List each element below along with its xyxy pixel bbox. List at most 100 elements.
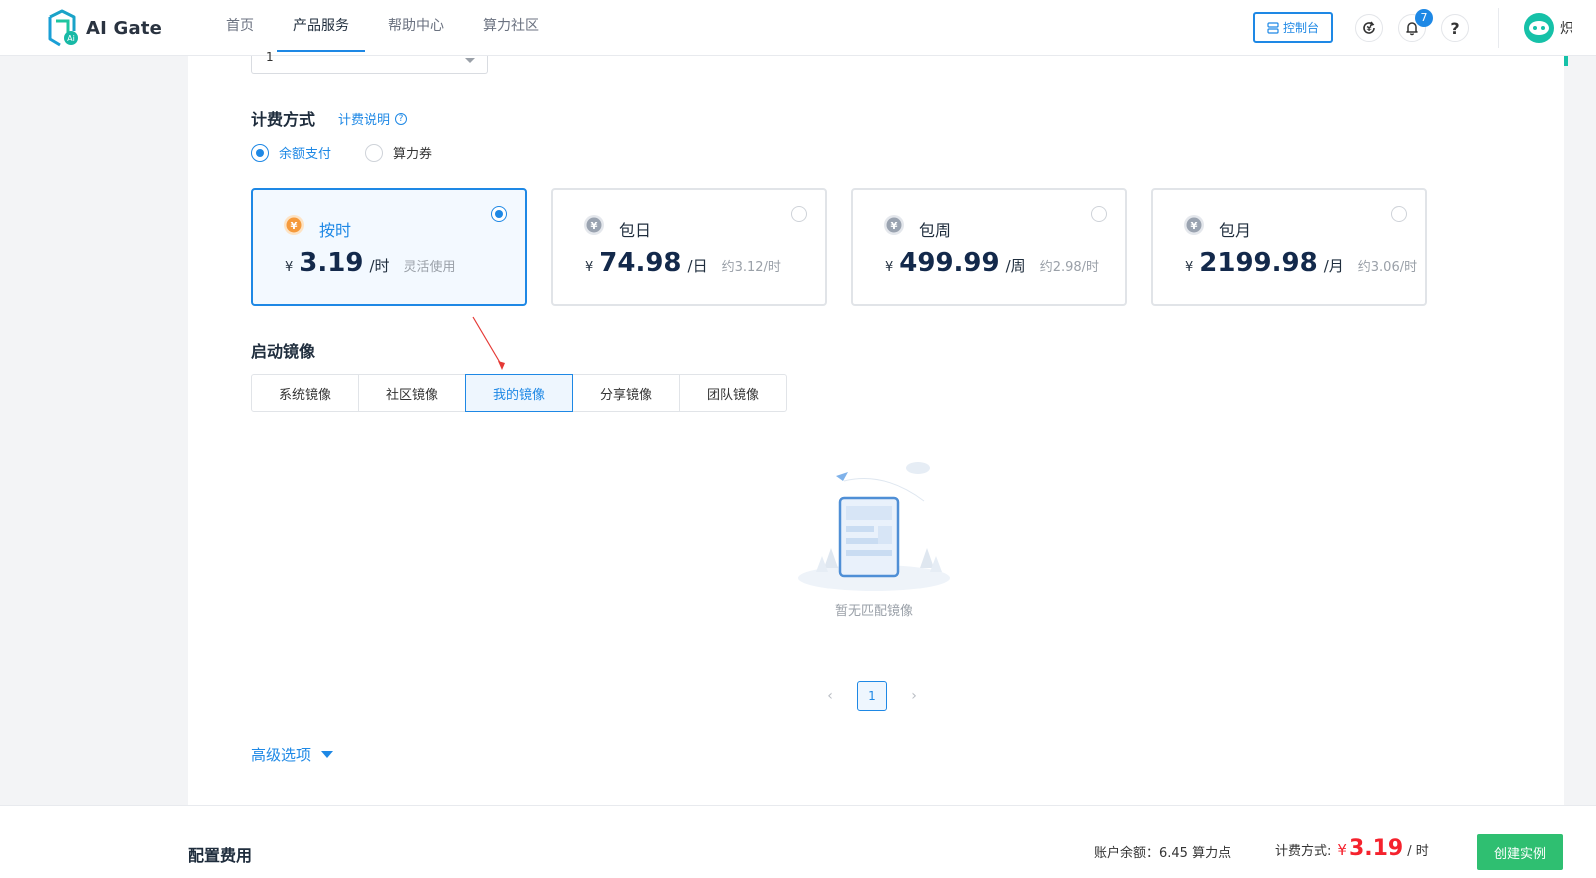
advanced-options-toggle[interactable]: 高级选项 [251,744,334,765]
chevron-down-icon [465,58,475,63]
help-icon: ? [1450,18,1460,38]
top-header: Ai AI Gate 首页 产品服务 帮助中心 算力社区 控制台 ¥ 7 ? 炽 [0,0,1596,56]
header-divider [1498,8,1499,48]
refresh-button[interactable]: ¥ [1355,14,1383,42]
main-nav: 首页 产品服务 帮助中心 算力社区 [210,0,562,56]
svg-text:Ai: Ai [67,34,75,43]
plan-card-weekly[interactable]: ¥ 包周 ¥ 499.99 /周 约2.98/时 [851,188,1127,306]
svg-text:¥: ¥ [891,221,898,232]
plan-radio[interactable] [791,206,807,222]
plan-name: 按时 [319,221,352,240]
radio-dot-icon [365,143,384,162]
billing-summary-amount: 3.19 [1348,836,1404,861]
plan-name: 包月 [1219,221,1252,240]
plan-card-hourly[interactable]: ¥ 按时 ¥ 3.19 /时 灵活使用 [251,188,527,306]
plan-amount: 3.19 [299,248,364,278]
user-avatar-icon [1529,21,1549,35]
plan-unit: /周 [1005,257,1026,275]
billing-summary: 计费方式: ¥ 3.19 / 时 [1275,836,1429,861]
plan-name: 包日 [619,221,652,240]
plan-price: ¥ 2199.98 /月 约3.06/时 [1185,248,1417,278]
plan-unit: /日 [687,257,708,275]
page-number[interactable]: 1 [857,681,887,711]
plan-price: ¥ 74.98 /日 约3.12/时 [585,248,781,278]
plan-radio[interactable] [491,206,507,222]
coin-gray-icon: ¥ [884,215,904,235]
payment-method-voucher[interactable]: 算力券 [365,143,432,162]
quantity-select-value: 1 [266,50,274,64]
payment-method-group: 余额支付 算力券 [251,143,466,162]
payment-method-label: 算力券 [393,147,433,162]
svg-text:¥: ¥ [1367,25,1372,33]
nav-item-products[interactable]: 产品服务 [277,0,365,52]
notification-button[interactable]: 7 [1398,9,1433,42]
plan-radio[interactable] [1091,206,1107,222]
next-page-icon[interactable]: › [902,684,926,708]
server-icon [1267,21,1279,34]
plan-name: 包周 [919,221,952,240]
empty-state-text: 暂无匹配镜像 [834,604,913,619]
plan-unit: /月 [1323,257,1344,275]
plan-price: ¥ 499.99 /周 约2.98/时 [885,248,1099,278]
pagination: ‹ 1 › [818,681,926,711]
payment-method-balance[interactable]: 余额支付 [251,143,331,162]
billing-summary-currency: ¥ [1337,841,1347,859]
tab-team-image[interactable]: 团队镜像 [679,374,787,412]
billing-title: 计费方式 [251,110,316,129]
advanced-options-label: 高级选项 [251,746,312,764]
plan-currency: ¥ [885,260,894,275]
plan-note: 约3.12/时 [721,260,781,275]
plan-currency: ¥ [285,260,294,275]
avatar[interactable] [1524,13,1554,43]
console-label: 控制台 [1282,21,1319,35]
plan-radio[interactable] [1391,206,1407,222]
plan-unit: /时 [369,257,390,275]
quantity-select[interactable]: 1 [251,50,488,74]
billing-summary-label: 计费方式: [1275,844,1332,859]
prev-page-icon[interactable]: ‹ [818,684,842,708]
payment-method-label: 余额支付 [279,147,332,162]
username[interactable]: 炽 [1560,18,1572,38]
empty-state-illustration-icon [798,462,950,591]
billing-help-link[interactable]: 计费说明 ? [338,109,408,128]
create-instance-button[interactable]: 创建实例 [1477,834,1563,870]
radio-dot-icon [251,143,269,162]
ai-gate-logo-icon: Ai [48,9,78,47]
console-button[interactable]: 控制台 [1253,12,1333,43]
nav-item-home[interactable]: 首页 [210,0,270,52]
notification-badge: 7 [1415,9,1433,27]
plan-card-monthly[interactable]: ¥ 包月 ¥ 2199.98 /月 约3.06/时 [1151,188,1427,306]
coin-gray-icon: ¥ [584,215,604,235]
plan-currency: ¥ [1185,260,1194,275]
nav-item-help-center[interactable]: 帮助中心 [372,0,460,52]
tab-community-image[interactable]: 社区镜像 [358,374,466,412]
plan-amount: 499.99 [899,248,1000,278]
tab-my-image[interactable]: 我的镜像 [465,374,573,412]
config-cost-title: 配置费用 [188,846,253,865]
scroll-accent [1564,56,1568,66]
svg-text:¥: ¥ [291,221,298,232]
plan-note: 约2.98/时 [1039,260,1100,275]
brand-logo[interactable]: Ai AI Gate [44,9,162,47]
config-panel: 1 计费方式 计费说明 ? 余额支付 算力券 ¥ 按时 ¥ 3.19 /时 灵活… [188,50,1564,805]
tab-shared-image[interactable]: 分享镜像 [572,374,680,412]
help-button[interactable]: ? [1441,14,1469,42]
brand-name: AI Gate [86,17,163,39]
refresh-icon: ¥ [1363,21,1375,34]
caret-down-icon [321,751,334,758]
plan-currency: ¥ [585,260,594,275]
image-tabs: 系统镜像 社区镜像 我的镜像 分享镜像 团队镜像 [251,374,787,412]
svg-text:¥: ¥ [591,221,598,232]
billing-help-label: 计费说明 [338,113,391,128]
tab-system-image[interactable]: 系统镜像 [251,374,359,412]
plan-price: ¥ 3.19 /时 灵活使用 [285,248,456,278]
coin-orange-icon: ¥ [284,215,304,235]
plan-note: 约3.06/时 [1357,260,1418,275]
nav-item-community[interactable]: 算力社区 [467,0,555,52]
plan-note: 灵活使用 [403,260,456,275]
account-balance: 账户余额：6.45 算力点 [1094,846,1232,861]
svg-text:¥: ¥ [1191,221,1198,232]
plan-card-daily[interactable]: ¥ 包日 ¥ 74.98 /日 约3.12/时 [551,188,827,306]
coin-gray-icon: ¥ [1184,215,1204,235]
plan-amount: 74.98 [599,248,682,278]
